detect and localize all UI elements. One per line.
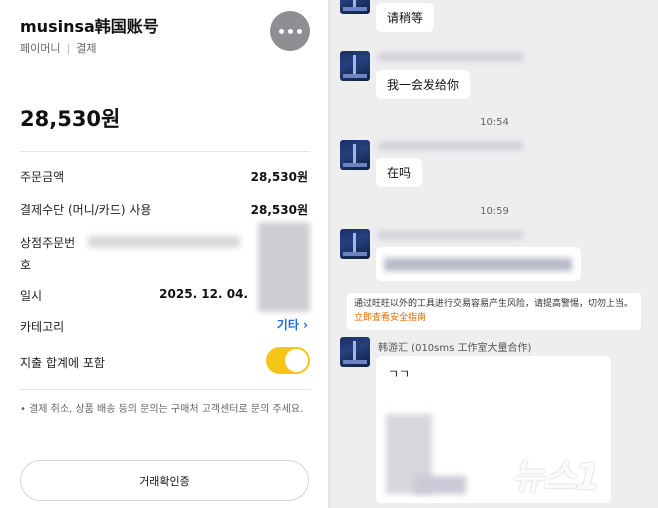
include-in-total-toggle[interactable] (266, 347, 310, 374)
sender-name: 韩游汇 (010sms 工作室大量合作) (378, 343, 532, 354)
redacted-image (414, 476, 466, 494)
datetime-value: 2025. 12. 04. (159, 287, 248, 301)
dot-icon (278, 28, 284, 34)
redacted-sender (378, 142, 523, 150)
inquiry-note: • 결제 취소, 상품 배송 등의 문의는 구매처 고객센터로 문의 주세요. (20, 404, 304, 415)
avatar (340, 337, 370, 367)
chat-panel: 请稍等 我一会发给你 10:54 在吗 10:59 通过旺旺以外的工具进行交易容… (331, 0, 658, 508)
store-order-number-label: 상점주문번 호 (20, 234, 75, 273)
payment-amount: 28,530원 (20, 107, 121, 131)
redacted-sender (378, 231, 523, 239)
divider (20, 389, 310, 390)
category-label: 카테고리 (20, 320, 65, 334)
merchant-title: musinsa韩国账号 (20, 17, 159, 36)
order-amount-label: 주문금액 (20, 170, 65, 184)
category-link[interactable]: 기타 › (277, 316, 308, 333)
include-in-total-label: 지출 합계에 포함 (20, 356, 105, 370)
payment-method-value: 28,530원 (250, 203, 308, 217)
redacted-block (258, 222, 310, 312)
payment-detail-panel: musinsa韩国账号 페이머니 | 결제 28,530원 주문금액 28,530원… (0, 0, 328, 508)
payment-subtitle: 페이머니 | 결제 (20, 40, 96, 56)
datetime-label: 일시 (20, 289, 43, 303)
avatar (340, 51, 370, 81)
chat-bubble-redacted (376, 247, 581, 281)
timestamp: 10:54 (480, 117, 509, 128)
transaction-certificate-button[interactable]: 거래확인증 (20, 460, 309, 501)
subtitle-separator: | (66, 42, 71, 55)
security-notice-text: 通过旺旺以外的工具进行交易容易产生风险，请提高警惕，切勿上当。 (354, 299, 634, 309)
security-notice: 通过旺旺以外的工具进行交易容易产生风险，请提高警惕，切勿上当。 立即查看安全指南 (347, 293, 641, 330)
chat-bubble: 我一会发给你 (376, 70, 471, 99)
avatar (340, 140, 370, 170)
payment-method: 페이머니 (20, 42, 61, 55)
dot-icon (287, 28, 293, 34)
avatar (340, 229, 370, 259)
safety-guide-link[interactable]: 立即查看安全指南 (354, 313, 426, 323)
payment-type: 결제 (76, 42, 97, 55)
payment-method-label: 결제수단 (머니/카드) 사용 (20, 203, 152, 217)
avatar (340, 0, 370, 14)
dot-icon (296, 28, 302, 34)
redacted-message (384, 258, 572, 271)
divider (20, 151, 310, 152)
more-options-button[interactable] (270, 11, 310, 51)
store-order-number-label-line2: 호 (20, 258, 32, 272)
news-watermark-logo: 뉴스1 (511, 457, 600, 498)
order-amount-value: 28,530원 (250, 170, 308, 184)
timestamp: 10:59 (480, 206, 509, 217)
redacted-sender (378, 53, 523, 61)
chat-bubble: 请稍等 (376, 3, 435, 32)
chat-bubble: 在吗 (376, 158, 423, 187)
chat-message-text: ㄱㄱ (388, 367, 411, 381)
redacted-order-number (88, 236, 240, 248)
store-order-number-label-line1: 상점주문번 (20, 236, 76, 250)
